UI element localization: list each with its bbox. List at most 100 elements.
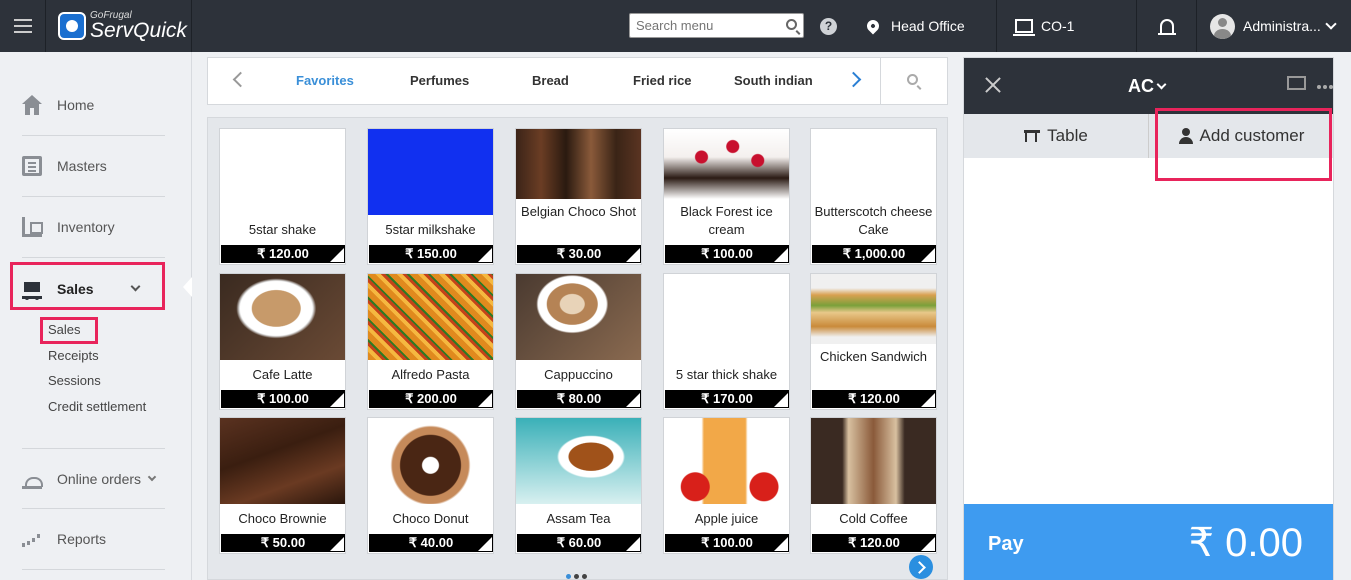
product-price: ₹ 60.00 (517, 534, 641, 552)
category-tab-south-indian[interactable]: South indian (734, 73, 813, 88)
sidebar-item-inventory[interactable]: Inventory (22, 197, 165, 258)
category-tab-perfumes[interactable]: Perfumes (410, 73, 469, 88)
sales-highlight (10, 262, 165, 310)
masters-icon (22, 156, 42, 176)
product-price: ₹ 120.00 (812, 390, 936, 408)
sub-item-sessions[interactable]: Sessions (48, 373, 101, 388)
pay-label: Pay (988, 533, 1024, 555)
pay-button[interactable]: Pay ₹ 0.00 (964, 504, 1333, 580)
table-tab[interactable]: Table (964, 114, 1149, 158)
order-header: AC (964, 58, 1333, 114)
product-price: ₹ 120.00 (221, 245, 345, 263)
product-tile[interactable]: Black Forest ice cream ₹ 100.00 (663, 128, 790, 265)
sub-item-credit-settlement[interactable]: Credit settlement (48, 399, 146, 414)
close-icon[interactable] (984, 76, 1002, 94)
product-price: ₹ 120.00 (812, 534, 936, 552)
product-image (516, 418, 641, 504)
product-tile[interactable]: Choco Brownie ₹ 50.00 (219, 417, 346, 554)
monitor-icon (1013, 19, 1035, 36)
product-image (220, 274, 345, 360)
more-options-icon[interactable] (1317, 85, 1321, 89)
chevron-left-icon[interactable] (232, 71, 249, 88)
product-image (811, 418, 936, 504)
page-indicator[interactable] (566, 566, 590, 580)
online-orders-icon (22, 469, 43, 489)
product-name: 5star milkshake (385, 222, 476, 237)
search-icon (907, 74, 918, 85)
location-pin-icon (864, 17, 882, 35)
category-tab-favorites[interactable]: Favorites (296, 73, 354, 88)
product-tile[interactable]: Cappuccino ₹ 80.00 (515, 273, 642, 410)
logo-big-text: ServQuick (90, 19, 187, 42)
chevron-right-icon[interactable] (845, 71, 862, 88)
product-tile[interactable]: Belgian Choco Shot ₹ 30.00 (515, 128, 642, 265)
counter-label: CO-1 (1041, 18, 1075, 34)
sidebar-item-masters[interactable]: Masters (22, 136, 165, 197)
product-price: ₹ 200.00 (369, 390, 493, 408)
sidebar-item-label: Masters (57, 158, 107, 174)
product-name: 5 star thick shake (675, 367, 778, 382)
product-tile[interactable]: Assam Tea ₹ 60.00 (515, 417, 642, 554)
sidebar-item-home[interactable]: Home (22, 75, 165, 136)
product-tile[interactable]: 5star milkshake ₹ 150.00 (367, 128, 494, 265)
product-image (516, 274, 641, 360)
category-bar: Favorites Perfumes Bread Fried rice Sout… (207, 57, 948, 105)
next-page-button[interactable] (909, 555, 933, 579)
search-input[interactable] (630, 14, 780, 37)
location-selector[interactable]: Head Office (853, 0, 997, 52)
search-box (629, 13, 804, 38)
product-price: ₹ 30.00 (517, 245, 641, 263)
top-bar: GoFrugal ServQuick ? Head Office CO-1 Ad… (0, 0, 1351, 52)
product-tile[interactable]: 5 star thick shake ₹ 170.00 (663, 273, 790, 410)
product-name: Butterscotch cheese Cake (814, 204, 933, 237)
logo[interactable]: GoFrugal ServQuick (46, 0, 192, 52)
product-tile[interactable]: Apple juice ₹ 100.00 (663, 417, 790, 554)
product-name: Choco Donut (392, 511, 469, 526)
help-icon[interactable]: ? (820, 18, 837, 35)
table-icon (1024, 130, 1041, 142)
user-menu[interactable]: Administra... (1197, 0, 1351, 52)
category-tab-fried-rice[interactable]: Fried rice (633, 73, 692, 88)
user-name: Administra... (1243, 18, 1321, 34)
product-name: Chicken Sandwich (820, 349, 927, 364)
keyboard-icon[interactable] (1287, 76, 1306, 90)
product-tile[interactable]: Choco Donut ₹ 40.00 (367, 417, 494, 554)
product-name: Black Forest ice cream (680, 204, 773, 237)
chevron-down-icon (1325, 18, 1337, 30)
product-price: ₹ 50.00 (221, 534, 345, 552)
sub-item-receipts[interactable]: Receipts (48, 348, 99, 363)
search-icon[interactable] (786, 19, 797, 30)
product-price: ₹ 150.00 (369, 245, 493, 263)
product-image (368, 418, 493, 504)
sidebar-item-label: Reports (57, 531, 107, 547)
sub-sales-highlight (40, 317, 98, 344)
menu-icon[interactable] (0, 0, 46, 52)
product-name: Apple juice (694, 511, 759, 526)
avatar (1210, 13, 1235, 39)
notifications-button[interactable] (1137, 0, 1197, 52)
product-tile[interactable]: Cold Coffee ₹ 120.00 (810, 417, 937, 554)
sidebar-item-online-orders[interactable]: Online orders (22, 448, 165, 509)
category-tab-bread[interactable]: Bread (532, 73, 569, 88)
counter-selector[interactable]: CO-1 (997, 0, 1137, 52)
product-price: ₹ 100.00 (665, 534, 789, 552)
product-tile[interactable]: Chicken Sandwich ₹ 120.00 (810, 273, 937, 410)
home-icon (22, 95, 42, 115)
product-tile[interactable]: Alfredo Pasta ₹ 200.00 (367, 273, 494, 410)
sidebar-item-reports[interactable]: Reports (22, 509, 165, 570)
category-search-button[interactable] (880, 58, 947, 104)
active-indicator (183, 277, 192, 297)
chevron-down-icon (1156, 79, 1167, 90)
product-tile[interactable]: Butterscotch cheese Cake ₹ 1,000.00 (810, 128, 937, 265)
order-mode-selector[interactable]: AC (1128, 76, 1167, 97)
product-name: Choco Brownie (238, 511, 327, 526)
product-price: ₹ 170.00 (665, 390, 789, 408)
product-tile[interactable]: 5star shake ₹ 120.00 (219, 128, 346, 265)
product-image (664, 129, 789, 199)
product-name: Assam Tea (546, 511, 611, 526)
inventory-icon (22, 217, 43, 237)
product-image (664, 274, 789, 360)
product-tile[interactable]: Cafe Latte ₹ 100.00 (219, 273, 346, 410)
sidebar-item-label: Inventory (57, 219, 115, 235)
product-price: ₹ 100.00 (665, 245, 789, 263)
